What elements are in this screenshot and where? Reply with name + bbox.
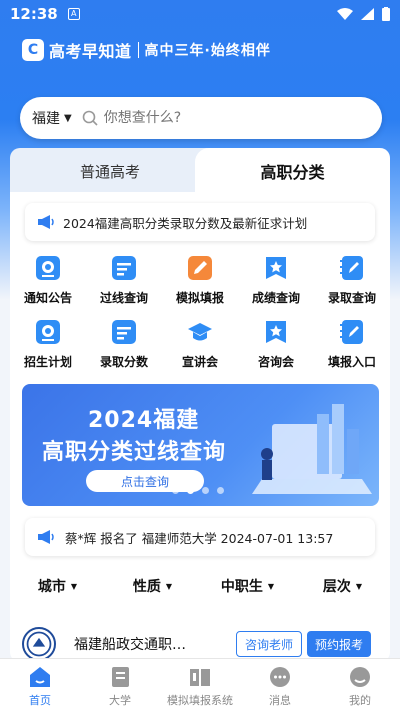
nav-label: 大学 [109, 694, 131, 707]
feature-simulate[interactable]: 模拟填报 [162, 252, 238, 316]
feature-label: 录取查询 [327, 291, 376, 305]
feature-enroll-plan[interactable]: 招生计划 [10, 316, 86, 380]
carousel-dot[interactable] [202, 487, 209, 494]
feature-notice[interactable]: 通知公告 [10, 252, 86, 316]
brand-header: C 高考早知道 高中三年·始终相伴 [22, 38, 271, 62]
wifi-icon [337, 8, 353, 20]
filter-label: 城市 [37, 579, 66, 595]
school-list-item[interactable]: 福建船政交通职… 咨询老师 预约报考 [22, 627, 378, 661]
document-icon [112, 256, 136, 280]
nav-label: 首页 [29, 694, 51, 707]
search-input[interactable] [103, 110, 324, 126]
status-right [337, 7, 390, 21]
filter-city[interactable]: 城市 ▼ [10, 576, 105, 596]
notice-icon [36, 256, 60, 280]
filter-label: 层次 [322, 579, 351, 595]
carousel-dot-active[interactable] [187, 487, 194, 494]
notebook-icon [340, 320, 363, 344]
search-bar: 福建 ▼ [20, 97, 382, 139]
feature-label: 招生计划 [23, 355, 72, 369]
book-open-icon [190, 669, 210, 686]
profile-icon [350, 667, 370, 687]
edit-icon [188, 256, 212, 280]
filter-label: 性质 [132, 579, 161, 595]
feature-score[interactable]: 成绩查询 [238, 252, 314, 316]
caret-down-icon: ▼ [355, 581, 363, 591]
feature-admission-score[interactable]: 录取分数 [86, 316, 162, 380]
announcement-bar[interactable]: 2024福建高职分类录取分数及最新征求计划 [25, 203, 375, 241]
feature-label: 录取分数 [99, 355, 148, 369]
reserve-apply-button[interactable]: 预约报考 [307, 631, 371, 657]
activity-feed-text: 蔡*辉 报名了 福建师范大学 2024-07-01 13:57 [65, 530, 334, 546]
feature-consult[interactable]: 咨询会 [238, 316, 314, 380]
school-name: 福建船政交通职… [74, 637, 186, 653]
promo-banner[interactable]: 2024福建 高职分类过线查询 点击查询 [22, 384, 379, 506]
megaphone-icon [38, 530, 54, 544]
activity-feed[interactable]: 蔡*辉 报名了 福建师范大学 2024-07-01 13:57 [25, 518, 375, 556]
filter-bar: 城市 ▼ 性质 ▼ 中职生 ▼ 层次 ▼ [10, 576, 390, 596]
feature-label: 通知公告 [23, 291, 72, 305]
document-icon [112, 320, 136, 344]
banner-title-line1: 2024福建 [88, 408, 200, 433]
caret-down-icon: ▼ [165, 581, 173, 591]
province-selector[interactable]: 福建 [32, 108, 60, 128]
feature-label: 填报入口 [327, 355, 376, 369]
brand-separator [137, 42, 139, 58]
battery-icon [382, 7, 390, 21]
filter-student[interactable]: 中职生 ▼ [200, 576, 295, 596]
status-time: 12:38 [10, 5, 58, 23]
consult-teacher-button[interactable]: 咨询老师 [236, 631, 302, 657]
nav-messages[interactable]: 消息 [240, 659, 320, 711]
tab-vocational-exam[interactable]: 高职分类 [195, 148, 390, 194]
nav-label: 模拟填报系统 [167, 694, 233, 707]
category-tabs: 普通高考 高职分类 [10, 148, 390, 194]
app-slogan: 高中三年·始终相伴 [144, 43, 271, 59]
nav-home[interactable]: 首页 [0, 659, 80, 711]
caret-down-icon: ▼ [267, 581, 275, 591]
app-logo-icon: C [22, 39, 44, 61]
school-logo-icon [22, 627, 56, 661]
feature-seminar[interactable]: 宣讲会 [162, 316, 238, 380]
nav-label: 我的 [349, 694, 371, 707]
star-bookmark-icon [266, 257, 286, 279]
nav-university[interactable]: 大学 [80, 659, 160, 711]
feature-admission[interactable]: 录取查询 [314, 252, 390, 316]
feature-label: 成绩查询 [251, 291, 300, 305]
book-icon [112, 667, 129, 687]
search-icon [82, 110, 98, 126]
home-icon [30, 667, 50, 687]
notice-icon [36, 320, 60, 344]
notebook-icon [340, 256, 363, 280]
status-bar: 12:38 A [0, 0, 400, 28]
star-bookmark-icon [266, 321, 286, 343]
tab-regular-exam[interactable]: 普通高考 [10, 148, 210, 194]
announcement-text: 2024福建高职分类录取分数及最新征求计划 [63, 215, 308, 231]
filter-label: 中职生 [220, 579, 263, 595]
chat-icon [270, 667, 290, 687]
feature-label: 咨询会 [257, 355, 294, 369]
nav-simulation[interactable]: 模拟填报系统 [160, 659, 240, 711]
notification-badge-icon: A [67, 8, 80, 20]
signal-icon [361, 8, 374, 20]
bottom-navigation: 首页 大学 模拟填报系统 消息 我的 [0, 658, 400, 711]
caret-down-icon: ▼ [70, 581, 78, 591]
carousel-dot[interactable] [217, 487, 224, 494]
feature-label: 过线查询 [99, 291, 148, 305]
feature-grid: 通知公告 过线查询 模拟填报 成绩查询 录取查询 招生计划 录取分数 宣讲会 咨… [10, 252, 390, 380]
filter-type[interactable]: 性质 ▼ [105, 576, 200, 596]
app-name: 高考早知道 [49, 42, 132, 61]
carousel-dot[interactable] [172, 487, 179, 494]
feature-entry[interactable]: 填报入口 [314, 316, 390, 380]
feature-label: 模拟填报 [175, 291, 224, 305]
megaphone-icon [38, 215, 54, 229]
caret-down-icon[interactable]: ▼ [64, 113, 72, 124]
filter-level[interactable]: 层次 ▼ [295, 576, 390, 596]
nav-label: 消息 [269, 694, 291, 707]
graduation-cap-icon [188, 323, 212, 341]
nav-profile[interactable]: 我的 [320, 659, 400, 711]
carousel-dots [172, 487, 224, 494]
feature-pass-line[interactable]: 过线查询 [86, 252, 162, 316]
feature-label: 宣讲会 [181, 355, 218, 369]
banner-title-line2: 高职分类过线查询 [42, 440, 227, 465]
